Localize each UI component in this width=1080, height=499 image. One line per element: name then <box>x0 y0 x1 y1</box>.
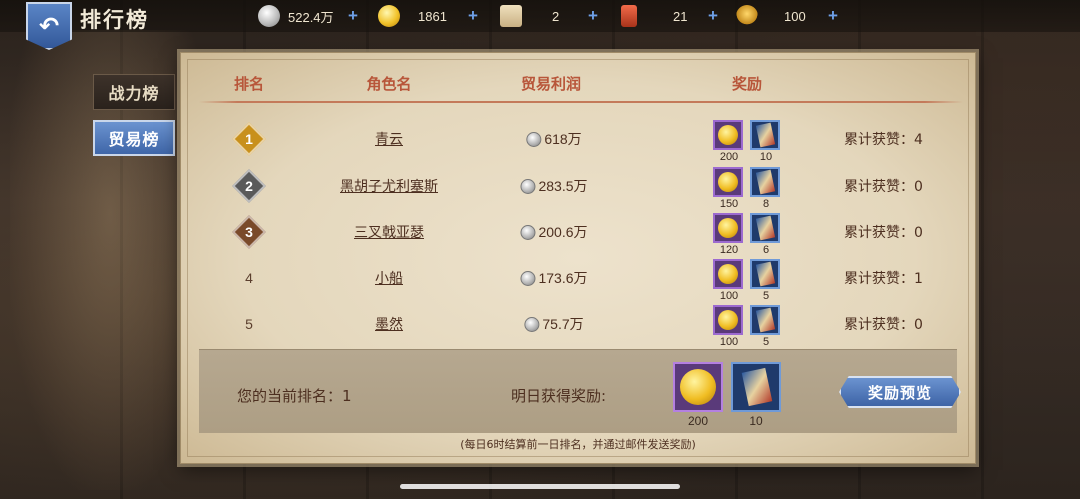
gold-reward-icon[interactable] <box>713 259 743 289</box>
card-reward-count: 6 <box>762 244 770 256</box>
table-row: 3 三叉戟亚瑟 200.6万 120 6 累计获赞：0 <box>181 213 975 263</box>
resource-card: 21 + <box>621 4 718 28</box>
profit-value: 200.6万 <box>520 222 588 242</box>
silver-coin-icon <box>526 131 542 147</box>
resource-silver-value: 522.4万 <box>288 9 334 25</box>
gold-coin-icon <box>378 5 400 27</box>
resource-silver: 522.4万 + <box>258 4 358 28</box>
settlement-note: (每日6时结算前一日排名，并通过邮件发送奖励) <box>460 438 696 451</box>
resource-honor: 100 + <box>736 4 838 28</box>
rank-number: 5 <box>245 316 253 332</box>
tomorrow-card-count: 10 <box>749 414 763 428</box>
table-row: 1 青云 618万 200 10 累计获赞：4 <box>181 120 975 170</box>
resource-card-value: 21 <box>673 8 688 24</box>
profit-text: 173.6万 <box>538 270 588 286</box>
header-name: 角色名 <box>366 75 412 93</box>
gold-reward-count: 100 <box>719 290 739 302</box>
rank-number: 3 <box>245 224 253 240</box>
resource-honor-value: 100 <box>784 8 806 24</box>
likes-count: 累计获赞：0 <box>844 179 923 195</box>
resource-scroll-value: 2 <box>552 8 560 24</box>
add-gold-plus-icon[interactable]: + <box>468 6 478 26</box>
card-icon <box>621 5 637 27</box>
rank-number: 1 <box>245 131 253 147</box>
gold-reward-icon[interactable] <box>713 305 743 335</box>
tomorrow-reward-label: 明日获得奖励: <box>511 387 607 405</box>
header-rank: 排名 <box>233 75 265 93</box>
reward-preview-button[interactable]: 奖励预览 <box>839 376 961 408</box>
card-reward-icon[interactable] <box>750 213 780 243</box>
tomorrow-gold-count: 200 <box>687 414 709 428</box>
back-arrow-icon: ↶ <box>38 12 60 40</box>
gold-reward-count: 200 <box>719 151 739 163</box>
table-row: 4 小船 173.6万 100 5 累计获赞：1 <box>181 259 975 309</box>
player-name-link[interactable]: 青云 <box>375 129 403 149</box>
gold-reward-icon[interactable] <box>713 213 743 243</box>
profit-value: 618万 <box>526 129 582 149</box>
table-row: 2 黑胡子尤利塞斯 283.5万 150 8 累计获赞：0 <box>181 167 975 217</box>
tab-power-rank[interactable]: 战力榜 <box>93 74 175 110</box>
my-rank-bar: 您的当前排名：1 明日获得奖励: 200 10 奖励预览 <box>199 349 961 433</box>
likes-count: 累计获赞：0 <box>844 317 923 333</box>
profit-text: 618万 <box>544 131 582 147</box>
profit-value: 75.7万 <box>524 314 584 334</box>
card-reward-count: 8 <box>762 198 770 210</box>
card-reward-icon[interactable] <box>750 120 780 150</box>
player-name-link[interactable]: 黑胡子尤利塞斯 <box>340 176 438 196</box>
add-scroll-plus-icon[interactable]: + <box>588 6 598 26</box>
gold-reward-count: 100 <box>719 336 739 348</box>
leaderboard-panel: 排名 角色名 贸易利润 奖励 1 青云 618万 200 10 累计获赞：4 2… <box>180 52 976 464</box>
gold-reward-icon[interactable] <box>713 120 743 150</box>
resource-scroll: 2 + <box>500 4 598 28</box>
card-reward-count: 5 <box>762 290 770 302</box>
player-name-link[interactable]: 三叉戟亚瑟 <box>354 222 424 242</box>
gold-reward-icon[interactable] <box>713 167 743 197</box>
header-divider <box>199 101 963 103</box>
laurel-icon <box>736 5 758 27</box>
tab-trade-rank[interactable]: 贸易榜 <box>93 120 175 156</box>
current-rank-text: 您的当前排名：1 <box>237 387 352 405</box>
tomorrow-gold-reward-icon[interactable] <box>673 362 723 412</box>
home-indicator[interactable] <box>400 484 680 489</box>
gold-reward-count: 150 <box>719 198 739 210</box>
likes-count: 累计获赞：1 <box>844 271 923 287</box>
player-name-link[interactable]: 墨然 <box>375 314 403 334</box>
likes-count: 累计获赞：4 <box>844 132 923 148</box>
profit-text: 75.7万 <box>542 316 584 332</box>
card-reward-icon[interactable] <box>750 305 780 335</box>
silver-coin-icon <box>524 316 540 332</box>
profit-value: 283.5万 <box>520 176 588 196</box>
add-card-plus-icon[interactable]: + <box>708 6 718 26</box>
likes-count: 累计获赞：0 <box>844 225 923 241</box>
page-title: 排行榜 <box>80 8 149 32</box>
silver-coin-icon <box>258 5 280 27</box>
card-reward-icon[interactable] <box>750 259 780 289</box>
add-silver-plus-icon[interactable]: + <box>348 6 358 26</box>
rank-number: 2 <box>245 178 253 194</box>
tomorrow-card-reward-icon[interactable] <box>731 362 781 412</box>
silver-coin-icon <box>520 270 536 286</box>
rank-number: 4 <box>245 270 253 286</box>
silver-coin-icon <box>520 224 536 240</box>
gold-reward-count: 120 <box>719 244 739 256</box>
resource-gold-value: 1861 <box>418 8 447 24</box>
header-reward: 奖励 <box>731 75 763 93</box>
card-reward-icon[interactable] <box>750 167 780 197</box>
resource-gold: 1861 + <box>378 4 478 28</box>
scroll-icon <box>500 5 522 27</box>
profit-text: 283.5万 <box>538 178 588 194</box>
silver-coin-icon <box>520 178 536 194</box>
profit-text: 200.6万 <box>538 224 588 240</box>
card-reward-count: 10 <box>759 151 773 163</box>
player-name-link[interactable]: 小船 <box>375 268 403 288</box>
header-profit: 贸易利润 <box>520 75 582 93</box>
card-reward-count: 5 <box>762 336 770 348</box>
profit-value: 173.6万 <box>520 268 588 288</box>
add-honor-plus-icon[interactable]: + <box>828 6 838 26</box>
